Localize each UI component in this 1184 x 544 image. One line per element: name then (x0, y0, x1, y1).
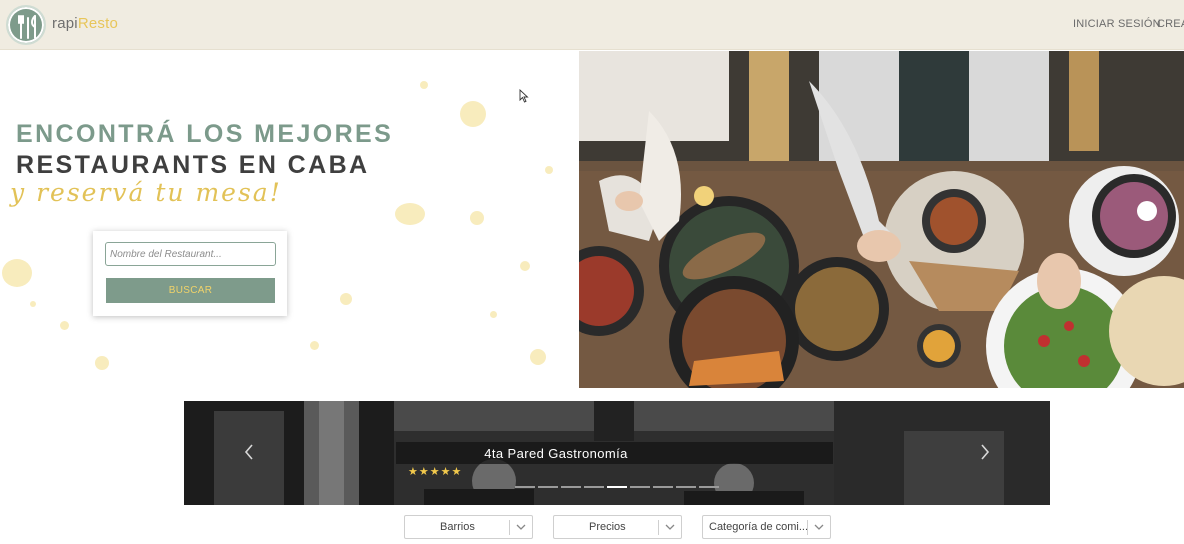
neighborhood-filter-select[interactable]: Barrios (404, 515, 533, 539)
chevron-left-icon (244, 444, 253, 460)
login-link[interactable]: INICIAR SESIÓN (1073, 18, 1161, 30)
hero-tagline: y reservá tu mesa! (10, 178, 282, 207)
carousel-indicator[interactable] (561, 486, 581, 488)
carousel-indicator[interactable] (515, 486, 535, 488)
paint-splat (545, 166, 553, 174)
restaurant-carousel[interactable]: 4ta Pared Gastronomía (184, 401, 1050, 505)
chevron-down-icon (516, 524, 526, 530)
create-account-link[interactable]: CREAR (1157, 18, 1184, 30)
paint-splat (310, 341, 319, 350)
paint-splat (470, 211, 484, 225)
paint-splat (460, 101, 486, 127)
carousel-indicator[interactable] (538, 486, 558, 488)
carousel-caption: 4ta Pared Gastronomía (396, 442, 833, 464)
neighborhood-filter-label: Barrios (440, 521, 475, 533)
logo-icon[interactable] (6, 5, 46, 45)
price-filter-select[interactable]: Precios (553, 515, 682, 539)
hero-section: ENCONTRÁ LOS MEJORES RESTAURANTS EN CABA… (0, 51, 579, 388)
paint-splat (30, 301, 36, 307)
carousel-indicator-active[interactable] (607, 486, 627, 488)
top-navbar: rapiResto INICIAR SESIÓN CREAR (0, 0, 1184, 50)
hero-title-line-2: RESTAURANTS EN CABA (16, 151, 370, 179)
paint-splat (2, 259, 32, 287)
carousel-indicator[interactable] (699, 486, 719, 488)
restaurant-search-input[interactable] (105, 242, 276, 266)
carousel-prev-button[interactable] (244, 442, 254, 466)
hero-title-line-1: ENCONTRÁ LOS MEJORES (16, 120, 394, 148)
paint-splat (60, 321, 69, 330)
filter-divider (509, 520, 510, 535)
paint-splat (490, 311, 497, 318)
paint-splat (95, 356, 109, 370)
paint-splat (520, 261, 530, 271)
paint-splat (340, 293, 352, 305)
hero-food-image (579, 51, 1184, 388)
carousel-next-button[interactable] (980, 442, 990, 466)
filter-divider (807, 520, 808, 535)
brand-name-light: rapi (52, 15, 78, 32)
category-filter-label: Categoría de comi... (709, 521, 809, 533)
chevron-down-icon (814, 524, 824, 530)
carousel-indicator[interactable] (653, 486, 673, 488)
mouse-cursor-icon (519, 89, 529, 103)
search-card: BUSCAR (93, 231, 287, 316)
brand-name-accent: Resto (77, 15, 118, 32)
carousel-indicator[interactable] (676, 486, 696, 488)
carousel-indicator[interactable] (630, 486, 650, 488)
filter-divider (658, 520, 659, 535)
chevron-right-icon (981, 444, 990, 460)
chevron-down-icon (665, 524, 675, 530)
rating-stars: ★★★★★ (408, 466, 463, 478)
carousel-indicator[interactable] (584, 486, 604, 488)
brand-name[interactable]: rapiResto (52, 15, 118, 32)
paint-splat (395, 203, 425, 225)
category-filter-select[interactable]: Categoría de comi... (702, 515, 831, 539)
search-button[interactable]: BUSCAR (106, 278, 275, 303)
carousel-restaurant-name[interactable]: 4ta Pared Gastronomía (396, 446, 716, 461)
paint-splat (530, 349, 546, 365)
paint-splat (420, 81, 428, 89)
price-filter-label: Precios (589, 521, 626, 533)
